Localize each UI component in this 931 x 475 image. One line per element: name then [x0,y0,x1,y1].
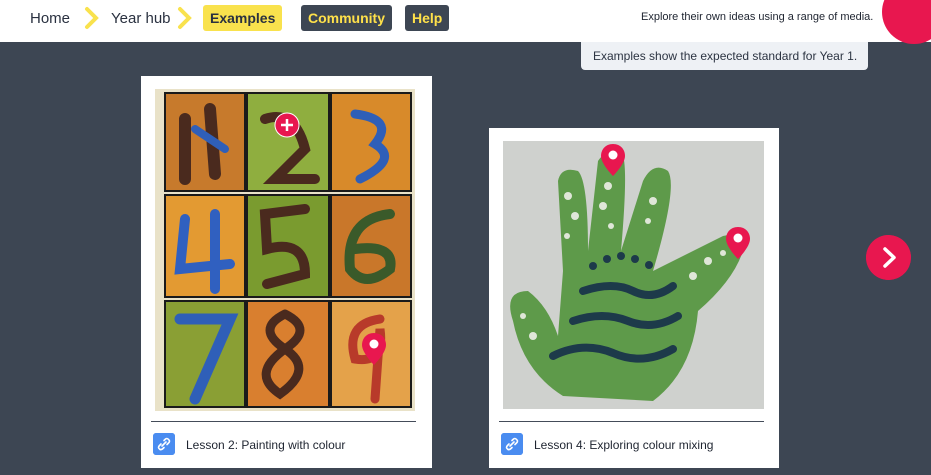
card-divider [151,421,416,422]
top-navigation-bar: Home Year hub Examples Community Help Ex… [0,0,931,44]
example-card[interactable]: Lesson 2: Painting with colour [141,76,432,468]
page-tagline: Explore their own ideas using a range of… [641,11,874,23]
example-card[interactable]: Lesson 4: Exploring colour mixing [489,128,779,468]
location-pin-icon[interactable] [599,142,627,178]
chevron-right-icon [178,7,192,29]
next-slide-button[interactable] [866,235,911,280]
tab-examples[interactable]: Examples [203,5,283,31]
link-icon[interactable] [501,433,523,455]
brand-badge[interactable] [882,0,931,44]
lesson-caption[interactable]: Lesson 4: Exploring colour mixing [534,437,713,453]
lesson-caption[interactable]: Lesson 2: Painting with colour [186,437,345,453]
help-button[interactable]: Help [405,5,450,31]
breadcrumb-home[interactable]: Home [30,8,70,30]
card-divider [499,421,764,422]
link-icon[interactable] [153,433,175,455]
location-pin-icon[interactable] [360,331,388,367]
artwork-image-handprint[interactable] [503,141,764,409]
breadcrumb-year-hub[interactable]: Year hub [111,8,171,30]
location-pin-icon[interactable] [724,225,752,261]
chevron-right-icon [85,7,99,29]
community-button[interactable]: Community [301,5,392,31]
standard-tooltip: Examples show the expected standard for … [581,42,868,70]
plus-marker-icon[interactable] [274,112,300,138]
